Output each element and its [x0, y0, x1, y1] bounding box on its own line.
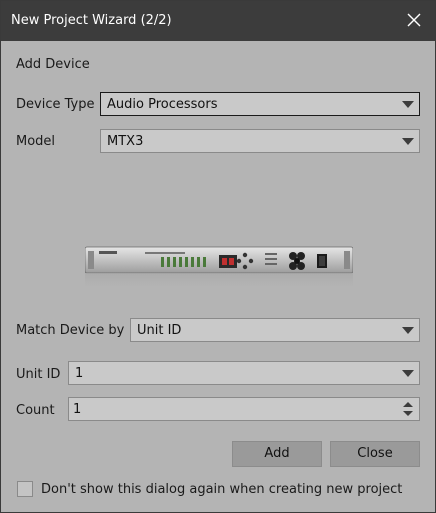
model-select[interactable]: MTX3 [100, 129, 420, 153]
device-type-select[interactable]: Audio Processors [100, 92, 420, 116]
device-type-label: Device Type [16, 97, 95, 112]
unit-id-value: 1 [75, 366, 84, 381]
model-value: MTX3 [107, 134, 144, 149]
window-title: New Project Wizard (2/2) [11, 13, 172, 28]
model-label: Model [16, 134, 56, 149]
dont-show-again-checkbox[interactable] [17, 481, 33, 497]
chevron-down-icon[interactable] [399, 95, 417, 113]
wizard-dialog: New Project Wizard (2/2) Add Device Devi… [0, 0, 436, 513]
add-button[interactable]: Add [232, 441, 322, 467]
close-button[interactable]: Close [330, 441, 420, 467]
chevron-down-icon[interactable] [399, 364, 417, 382]
close-icon[interactable] [405, 11, 423, 29]
dont-show-again-label: Don't show this dialog again when creati… [41, 482, 403, 497]
spinner-arrows-icon[interactable] [399, 399, 417, 419]
count-spinbox[interactable]: 1 [68, 397, 420, 421]
count-label: Count [16, 403, 55, 418]
chevron-down-icon[interactable] [399, 132, 417, 150]
section-heading: Add Device [16, 57, 90, 72]
count-value: 1 [73, 402, 82, 417]
chevron-down-icon[interactable] [399, 321, 417, 339]
device-image [84, 245, 354, 289]
match-device-by-select[interactable]: Unit ID [130, 318, 420, 342]
unit-id-label: Unit ID [16, 367, 61, 382]
match-device-by-label: Match Device by [16, 323, 125, 338]
unit-id-select[interactable]: 1 [68, 361, 420, 385]
match-device-by-value: Unit ID [137, 323, 182, 338]
device-type-value: Audio Processors [107, 97, 218, 112]
title-bar: New Project Wizard (2/2) [1, 1, 435, 41]
